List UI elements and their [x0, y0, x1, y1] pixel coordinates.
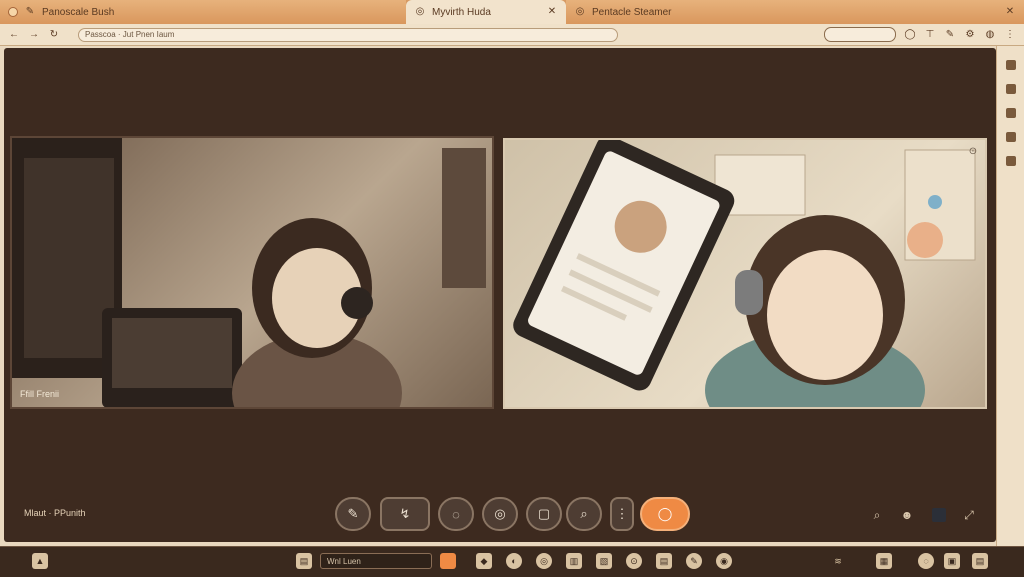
tab-3[interactable]: ◎ Pentacle Steamer ✕ [566, 0, 1024, 24]
tray-icon[interactable]: ▤ [972, 553, 988, 569]
pointer-button[interactable]: ↯ [380, 497, 430, 531]
address-bar: ← → ↻ Passcoa · Jut Pnen Iaum ◯ ⊤ ✎ ⚙ ◍ … [0, 24, 1024, 46]
app-icon[interactable]: ◎ [536, 553, 552, 569]
tool-icon[interactable] [1006, 156, 1016, 166]
screen-share-button[interactable]: ▢ [526, 497, 562, 531]
record-icon[interactable]: ◯ [904, 29, 916, 41]
meeting-caption: Mlaut · PPunith [24, 508, 86, 518]
taskbar: ▲ ▤ Wnl Luen ◆ ◐ ◎ ▥ ▧ ⊙ ▤ ✎ ◉ ≋ ▦ ◌ ▣ ▤ [0, 546, 1024, 577]
app-icon[interactable]: ✎ [686, 553, 702, 569]
tool-icon[interactable] [1006, 60, 1016, 70]
forward-icon[interactable]: → [28, 29, 40, 41]
side-toolbar [996, 46, 1024, 546]
chat-button[interactable]: ◌ [438, 497, 474, 531]
url-text: Passcoa · Jut Pnen Iaum [85, 30, 175, 39]
app-icon[interactable] [440, 553, 456, 569]
taskbar-search[interactable]: Wnl Luen [320, 553, 432, 569]
app-icon[interactable]: ▧ [596, 553, 612, 569]
search-button[interactable]: ⌕ [566, 497, 602, 531]
tile-settings-icon[interactable]: ⊙ [967, 146, 979, 158]
tab-bar: ✎ Panoscale Bush ◎ Myvirth Huda ✕ ◎ Pent… [0, 0, 1024, 24]
back-icon[interactable]: ← [8, 29, 20, 41]
volume-icon[interactable]: ◌ [918, 553, 934, 569]
network-icon[interactable]: ≋ [830, 553, 846, 569]
participant-name: Ffill Frenii [20, 389, 60, 399]
layout-icon[interactable] [932, 508, 946, 522]
app-icon[interactable]: ◐ [506, 553, 522, 569]
app-icon[interactable]: ▤ [296, 553, 312, 569]
menu-icon[interactable]: ⋮ [1004, 29, 1016, 41]
participant-video [12, 138, 486, 407]
record-button[interactable]: ◎ [482, 497, 518, 531]
more-button[interactable]: ⋮ [610, 497, 634, 531]
tray-icon[interactable]: ▦ [876, 553, 892, 569]
start-icon[interactable]: ▲ [32, 553, 48, 569]
mic-button[interactable]: ✎ [335, 497, 371, 531]
end-call-icon: ◯ [657, 506, 673, 521]
mic-icon: ✎ [347, 506, 359, 521]
record-icon: ◎ [494, 506, 506, 521]
search-icon: ⌕ [580, 506, 588, 521]
app-icon[interactable]: ◉ [716, 553, 732, 569]
search-icon[interactable]: ⌕ [870, 508, 884, 522]
video-tile-1[interactable]: Ffill Frenii [10, 136, 494, 409]
tray-icon[interactable]: ▣ [944, 553, 960, 569]
tab-icon: ◎ [415, 6, 425, 17]
video-tile-2[interactable]: ⊙ [503, 138, 987, 409]
caption-text: Mlaut · PPunith [24, 508, 86, 518]
tab-2[interactable]: ◎ Myvirth Huda ✕ [406, 0, 566, 24]
taskbar-search-text: Wnl Luen [327, 557, 361, 566]
end-call-button[interactable]: ◯ [640, 497, 690, 531]
edit-icon[interactable]: ✎ [944, 29, 956, 41]
more-icon: ⋮ [615, 506, 629, 521]
close-icon[interactable]: ✕ [546, 6, 558, 18]
reload-icon[interactable]: ↻ [48, 29, 60, 41]
search-field[interactable] [824, 27, 896, 42]
url-field[interactable]: Passcoa · Jut Pnen Iaum [78, 27, 618, 42]
tab-favicon-icon [8, 7, 18, 17]
chat-icon: ◌ [452, 506, 460, 522]
tool-icon[interactable] [1006, 108, 1016, 118]
people-icon[interactable]: ☻ [900, 508, 914, 522]
tab-icon: ◎ [575, 6, 585, 17]
pointer-icon: ↯ [399, 506, 411, 521]
participant-video [513, 140, 976, 407]
tab-3-label: Pentacle Steamer [592, 6, 672, 18]
settings-icon[interactable]: ⚙ [964, 29, 976, 41]
tab-icon: ✎ [25, 6, 35, 17]
screen-share-icon: ▢ [537, 506, 551, 521]
tool-icon[interactable] [1006, 132, 1016, 142]
expand-icon[interactable]: ⤢ [962, 508, 976, 522]
tab-1[interactable]: ✎ Panoscale Bush [0, 0, 406, 24]
app-icon[interactable]: ◆ [476, 553, 492, 569]
close-icon[interactable]: ✕ [1004, 6, 1016, 18]
tool-icon[interactable] [1006, 84, 1016, 94]
pin-icon[interactable]: ⊤ [924, 29, 936, 41]
app-icon[interactable]: ▤ [656, 553, 672, 569]
profile-icon[interactable]: ◍ [984, 29, 996, 41]
tab-1-label: Panoscale Bush [42, 6, 115, 18]
app-icon[interactable]: ⊙ [626, 553, 642, 569]
app-icon[interactable]: ▥ [566, 553, 582, 569]
tab-2-label: Myvirth Huda [432, 6, 491, 18]
